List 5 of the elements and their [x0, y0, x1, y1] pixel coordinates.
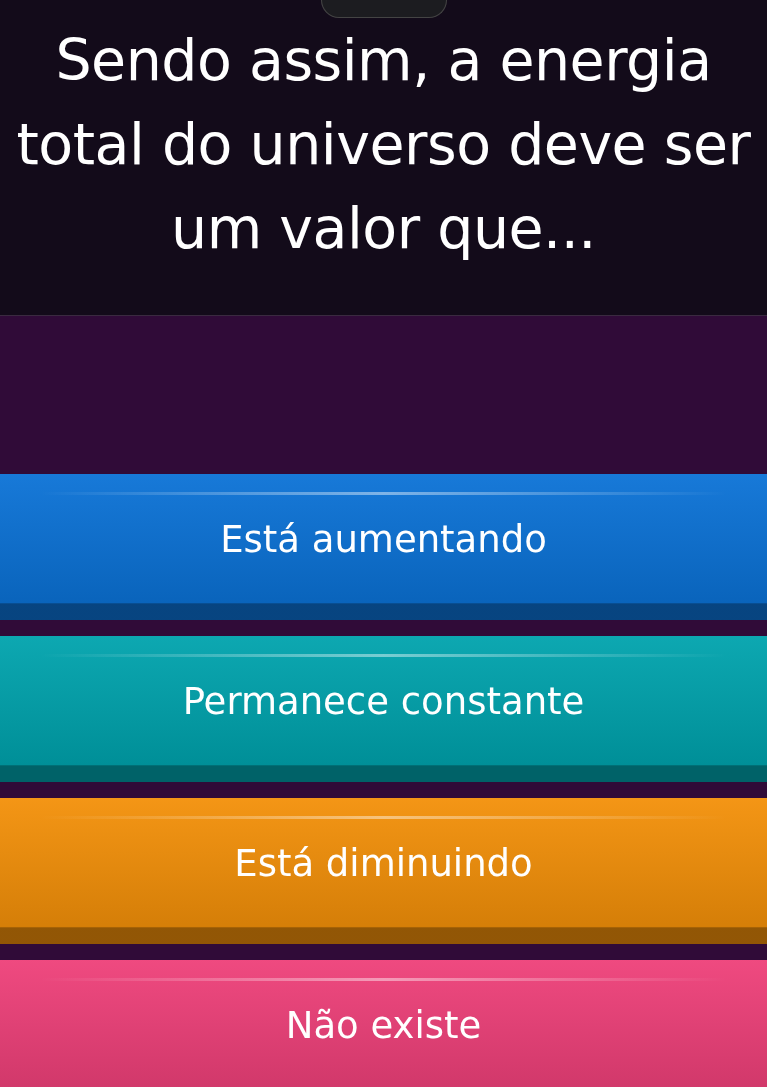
answer-button[interactable]: Está diminuindo — [0, 798, 767, 944]
question-text: Sendo assim, a energia total do universo deve ser um valor que... — [15, 26, 752, 263]
answer-button[interactable]: Está aumentando — [0, 474, 767, 620]
answer-button[interactable]: Permanece constante — [0, 636, 767, 782]
answer-button[interactable]: Não existe — [0, 960, 767, 1087]
